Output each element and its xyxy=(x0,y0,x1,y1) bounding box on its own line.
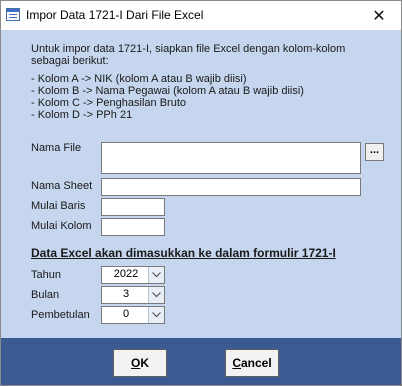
mulai-kolom-label: Mulai Kolom xyxy=(31,220,92,232)
chevron-down-icon[interactable] xyxy=(148,287,164,303)
bulan-select[interactable]: 3 xyxy=(101,286,165,304)
mulai-baris-label: Mulai Baris xyxy=(31,200,86,212)
window-title: Impor Data 1721-I Dari File Excel xyxy=(26,8,204,22)
nama-file-label: Nama File xyxy=(31,142,82,154)
title-bar: Impor Data 1721-I Dari File Excel ✕ xyxy=(1,1,401,30)
browse-button[interactable]: ... xyxy=(365,143,384,161)
pembetulan-select[interactable]: 0 xyxy=(101,306,165,324)
instruction-col-a: - Kolom A -> NIK (kolom A atau B wajib d… xyxy=(31,73,247,85)
instruction-line-2: sebagai berikut: xyxy=(31,55,109,67)
ok-label-rest: K xyxy=(140,356,149,370)
instruction-col-c: - Kolom C -> Penghasilan Bruto xyxy=(31,97,186,109)
instruction-col-d: - Kolom D -> PPh 21 xyxy=(31,109,133,121)
dialog-content: Untuk impor data 1721-I, siapkan file Ex… xyxy=(1,30,401,338)
nama-file-input[interactable] xyxy=(101,142,361,174)
tahun-value: 2022 xyxy=(113,268,139,280)
instruction-line-1: Untuk impor data 1721-I, siapkan file Ex… xyxy=(31,43,346,55)
mulai-kolom-input[interactable] xyxy=(101,218,165,236)
mulai-baris-input[interactable] xyxy=(101,198,165,216)
button-bar xyxy=(1,338,401,385)
bulan-value: 3 xyxy=(122,288,130,300)
ok-button[interactable]: OK xyxy=(113,349,167,377)
import-dialog: Impor Data 1721-I Dari File Excel ✕ Untu… xyxy=(0,0,402,386)
section-title: Data Excel akan dimasukkan ke dalam form… xyxy=(31,246,336,260)
ok-mnemonic: O xyxy=(130,356,141,370)
tahun-select[interactable]: 2022 xyxy=(101,266,165,284)
cancel-label-rest: ancel xyxy=(240,356,272,370)
chevron-down-icon[interactable] xyxy=(148,307,164,323)
instruction-col-b: - Kolom B -> Nama Pegawai (kolom A atau … xyxy=(31,85,304,97)
cancel-mnemonic: C xyxy=(232,356,241,370)
form-icon xyxy=(6,8,20,21)
pembetulan-value: 0 xyxy=(122,308,130,320)
nama-sheet-label: Nama Sheet xyxy=(31,180,93,192)
pembetulan-label: Pembetulan xyxy=(31,309,90,321)
tahun-label: Tahun xyxy=(31,269,61,281)
cancel-button[interactable]: Cancel xyxy=(225,349,279,377)
chevron-down-icon[interactable] xyxy=(148,267,164,283)
close-icon[interactable]: ✕ xyxy=(357,1,401,30)
bulan-label: Bulan xyxy=(31,289,60,301)
nama-sheet-input[interactable] xyxy=(101,178,361,196)
